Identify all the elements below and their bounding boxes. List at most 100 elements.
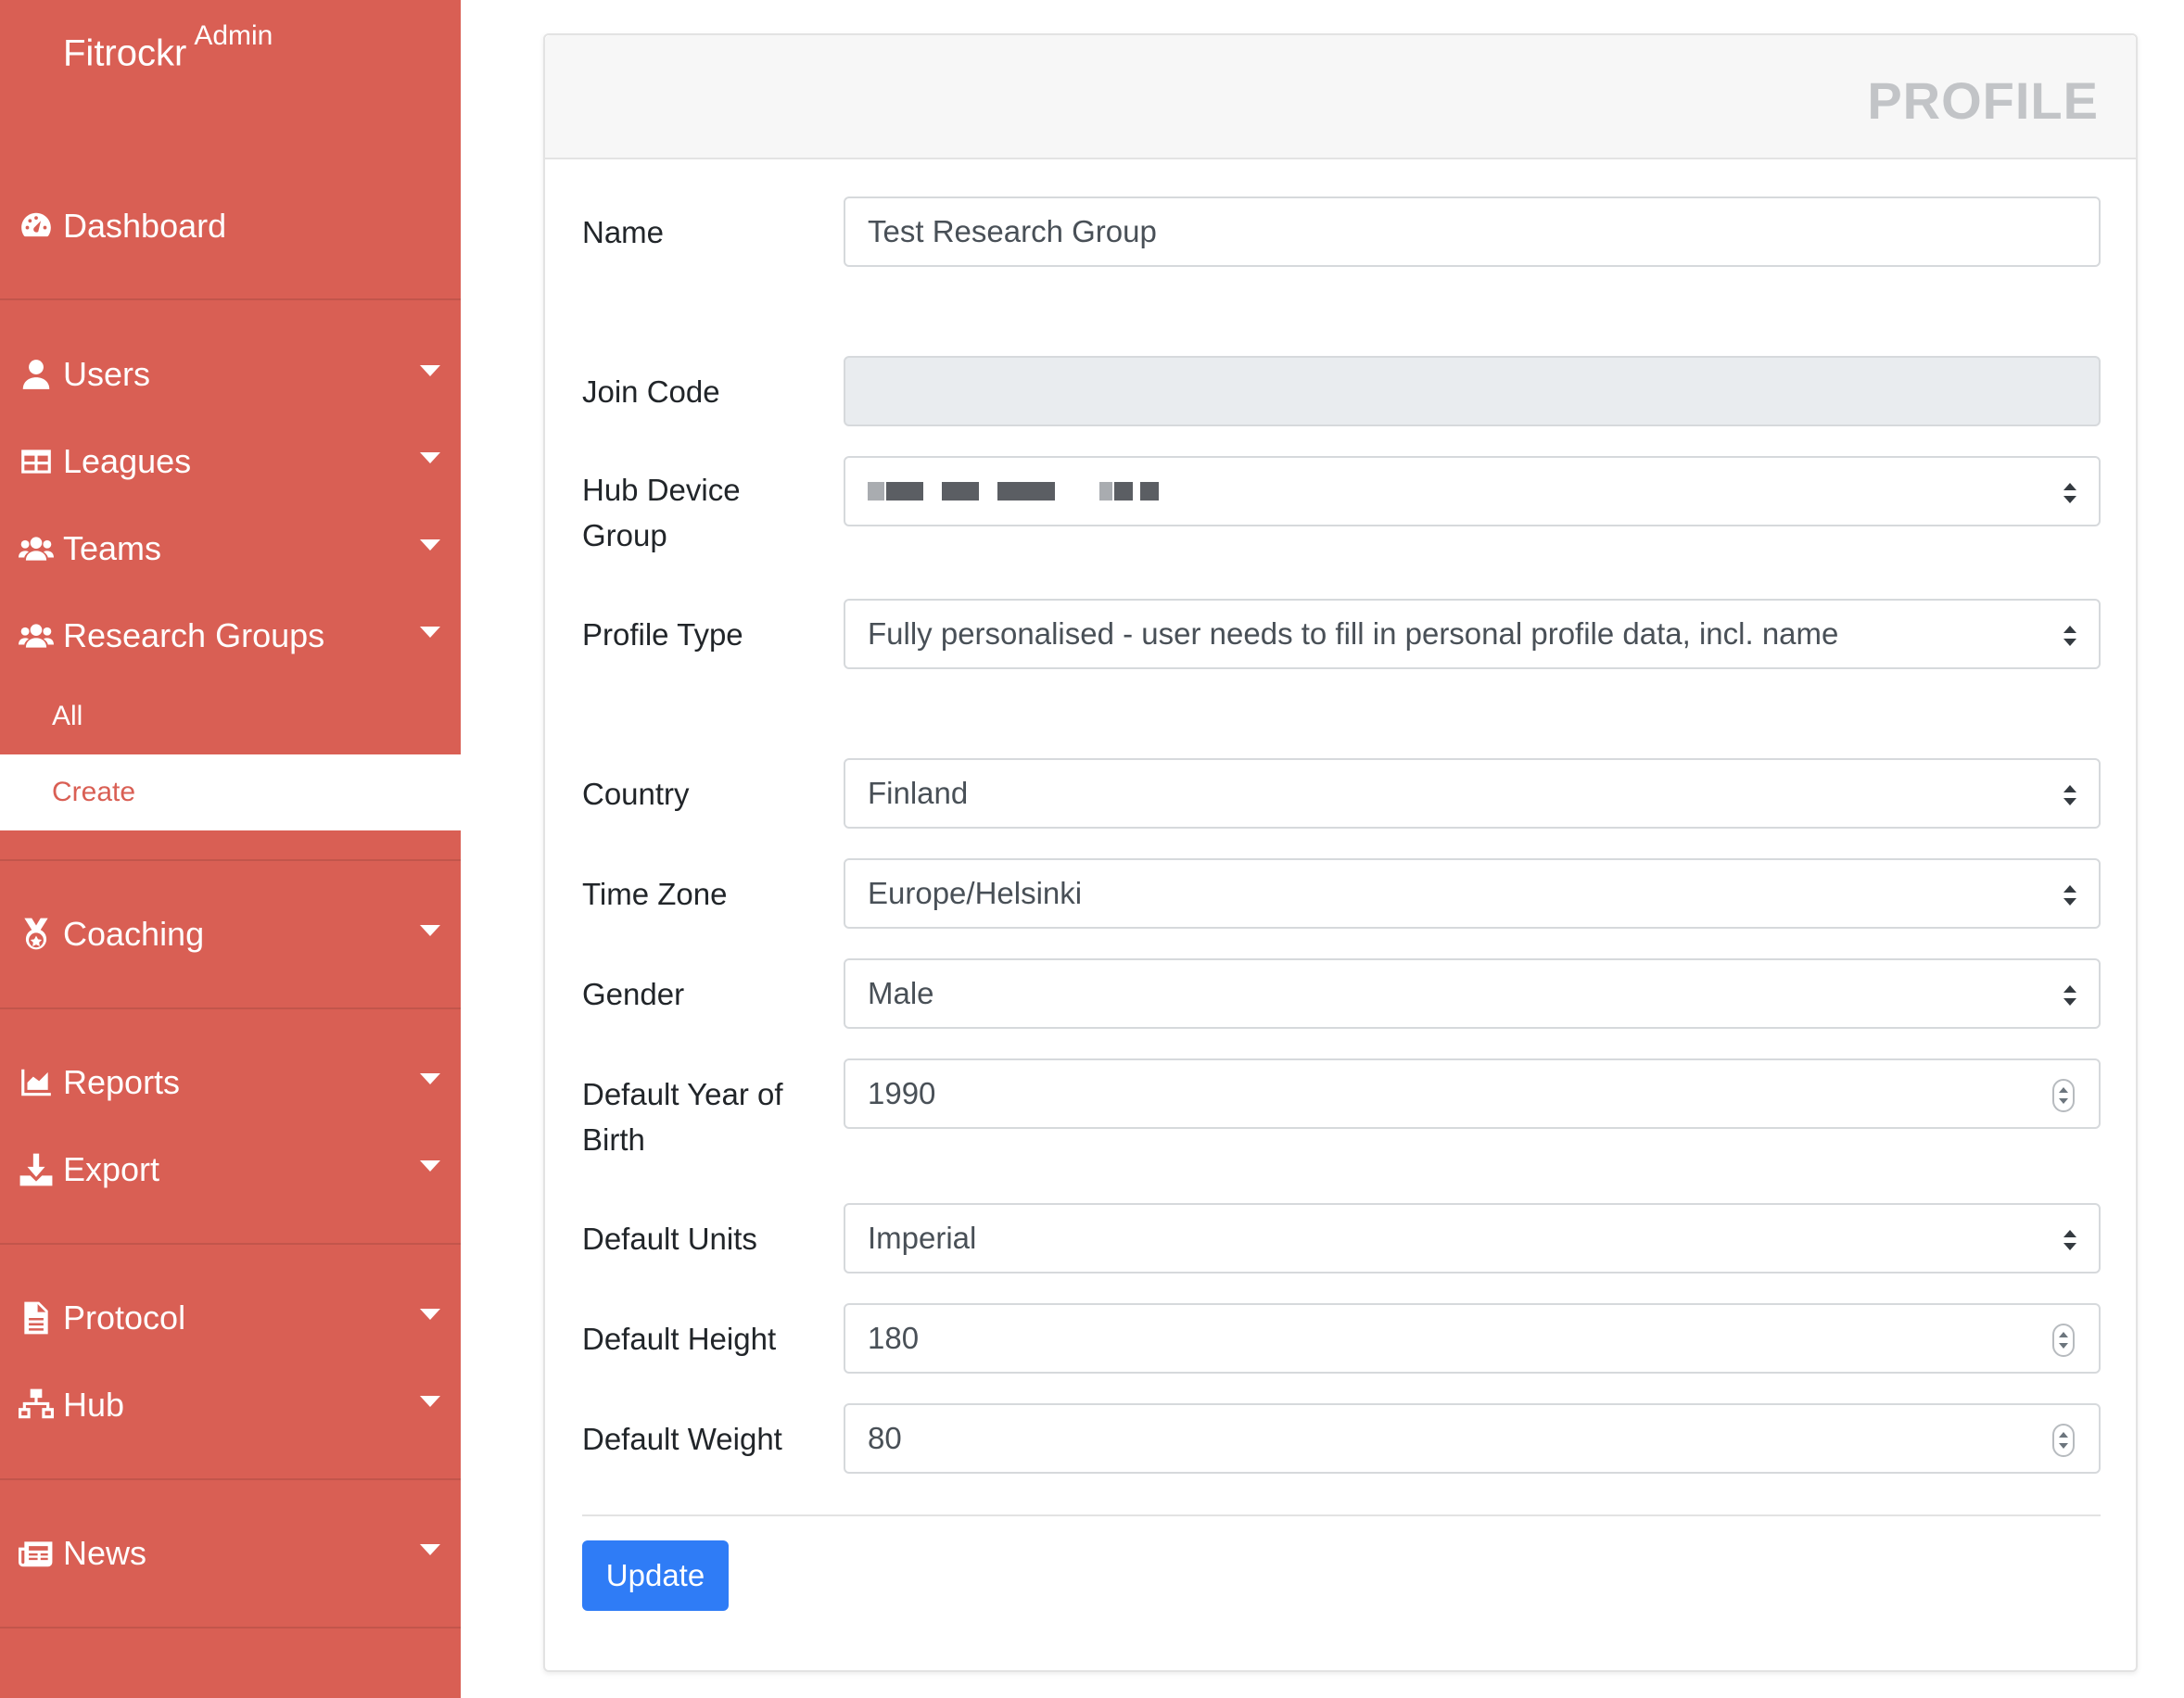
units-value: Imperial: [868, 1221, 977, 1255]
sidebar-item-export[interactable]: Export: [0, 1133, 461, 1207]
chevron-down-icon: [420, 1160, 440, 1172]
profile-type-label: Profile Type: [582, 617, 743, 652]
brand-suffix: Admin: [194, 20, 273, 51]
sidebar-divider: [0, 1243, 461, 1245]
select-arrows-icon: [2063, 483, 2076, 503]
select-arrows-icon: [2063, 785, 2076, 805]
sidebar-item-dashboard[interactable]: Dashboard: [0, 189, 461, 263]
sidebar-item-protocol[interactable]: Protocol: [0, 1281, 461, 1355]
chevron-down-icon: [420, 539, 440, 551]
height-label: Default Height: [582, 1322, 777, 1356]
height-value: 180: [868, 1321, 920, 1355]
select-arrows-icon: [2063, 1230, 2076, 1250]
chevron-down-icon: [420, 452, 440, 463]
sidebar-item-label: Users: [63, 355, 151, 393]
file-icon: [17, 1299, 56, 1337]
year-of-birth-label: Default Year of Birth: [582, 1077, 783, 1157]
sidebar-item-label: Hub: [63, 1386, 125, 1424]
table-icon: [17, 442, 56, 481]
redacted-value: [868, 482, 1161, 501]
time-zone-select[interactable]: Europe/Helsinki: [844, 858, 2101, 929]
hub-device-group-label: Hub Device Group: [582, 473, 741, 552]
sidebar-item-coaching[interactable]: Coaching: [0, 897, 461, 971]
sidebar-item-news[interactable]: News: [0, 1516, 461, 1590]
sidebar-divider: [0, 1478, 461, 1480]
sidebar-item-label: Research Groups: [63, 616, 325, 654]
chevron-down-icon: [420, 627, 440, 638]
sidebar-item-teams[interactable]: Teams: [0, 512, 461, 586]
units-label: Default Units: [582, 1222, 757, 1256]
profile-type-value: Fully personalised - user needs to fill …: [868, 616, 1839, 651]
sidebar-item-reports[interactable]: Reports: [0, 1045, 461, 1120]
sidebar-divider: [0, 1627, 461, 1628]
country-select[interactable]: Finland: [844, 758, 2101, 829]
card-header: PROFILE: [545, 35, 2136, 159]
sidebar-subitem-create[interactable]: Create: [0, 754, 461, 830]
users-icon: [17, 616, 56, 655]
select-arrows-icon: [2063, 985, 2076, 1006]
select-arrows-icon: [2063, 885, 2076, 906]
gender-select[interactable]: Male: [844, 958, 2101, 1029]
chevron-down-icon: [420, 1544, 440, 1555]
sidebar-item-label: Protocol: [63, 1299, 186, 1337]
sidebar-divider: [0, 1007, 461, 1009]
year-of-birth-value: 1990: [868, 1076, 936, 1110]
chevron-down-icon: [420, 1396, 440, 1407]
page-title: PROFILE: [1867, 71, 2099, 130]
sidebar-divider: [0, 298, 461, 300]
chevron-down-icon: [420, 365, 440, 376]
sidebar-item-research-groups[interactable]: Research Groups: [0, 599, 461, 673]
time-zone-label: Time Zone: [582, 877, 728, 911]
dashboard-icon: [17, 207, 56, 246]
weight-value: 80: [868, 1421, 902, 1455]
user-icon: [17, 355, 56, 394]
height-input[interactable]: 180: [844, 1303, 2101, 1374]
chevron-down-icon: [420, 925, 440, 936]
chevron-down-icon: [420, 1073, 440, 1084]
time-zone-value: Europe/Helsinki: [868, 876, 1083, 910]
sidebar-item-label: Export: [63, 1150, 160, 1188]
medal-icon: [17, 915, 56, 954]
join-code-input[interactable]: [844, 356, 2101, 426]
select-arrows-icon: [2063, 626, 2076, 646]
gender-value: Male: [868, 976, 934, 1010]
sidebar-item-label: News: [63, 1534, 147, 1572]
name-label: Name: [582, 215, 665, 249]
sidebar-divider: [0, 859, 461, 861]
number-spinner-icon[interactable]: [2052, 1079, 2075, 1112]
sidebar-item-label: Teams: [63, 529, 162, 567]
name-input[interactable]: Test Research Group: [844, 196, 2101, 267]
sidebar-item-label: Coaching: [63, 915, 205, 953]
sidebar-item-hub[interactable]: Hub: [0, 1368, 461, 1442]
sidebar-item-users[interactable]: Users: [0, 337, 461, 412]
sidebar-item-label: Leagues: [63, 442, 192, 480]
sidebar-item-label: Reports: [63, 1063, 181, 1101]
units-select[interactable]: Imperial: [844, 1203, 2101, 1274]
sidebar-subitem-label: All: [52, 701, 83, 731]
newspaper-icon: [17, 1534, 56, 1573]
sidebar-subitem-all[interactable]: All: [0, 678, 461, 754]
year-of-birth-input[interactable]: 1990: [844, 1058, 2101, 1129]
weight-label: Default Weight: [582, 1422, 782, 1456]
chart-area-icon: [17, 1063, 56, 1102]
sidebar-subitem-label: Create: [52, 777, 136, 807]
chevron-down-icon: [420, 1309, 440, 1320]
weight-input[interactable]: 80: [844, 1403, 2101, 1474]
gender-label: Gender: [582, 977, 685, 1011]
country-value: Finland: [868, 776, 969, 810]
profile-type-select[interactable]: Fully personalised - user needs to fill …: [844, 599, 2101, 669]
update-button[interactable]: Update: [582, 1540, 729, 1611]
country-label: Country: [582, 777, 690, 811]
sidebar-item-label: Dashboard: [63, 207, 227, 245]
download-icon: [17, 1150, 56, 1189]
form-divider: [582, 1514, 2101, 1516]
name-value: Test Research Group: [868, 214, 1157, 248]
brand-logo[interactable]: Fitrockr Admin: [63, 20, 273, 74]
brand-name: Fitrockr: [63, 32, 187, 74]
users-icon: [17, 529, 56, 568]
number-spinner-icon[interactable]: [2052, 1324, 2075, 1357]
hub-device-group-select[interactable]: [844, 456, 2101, 526]
profile-card: PROFILE Name Test Research Group Join Co…: [543, 33, 2138, 1672]
sidebar-item-leagues[interactable]: Leagues: [0, 424, 461, 499]
number-spinner-icon[interactable]: [2052, 1424, 2075, 1457]
